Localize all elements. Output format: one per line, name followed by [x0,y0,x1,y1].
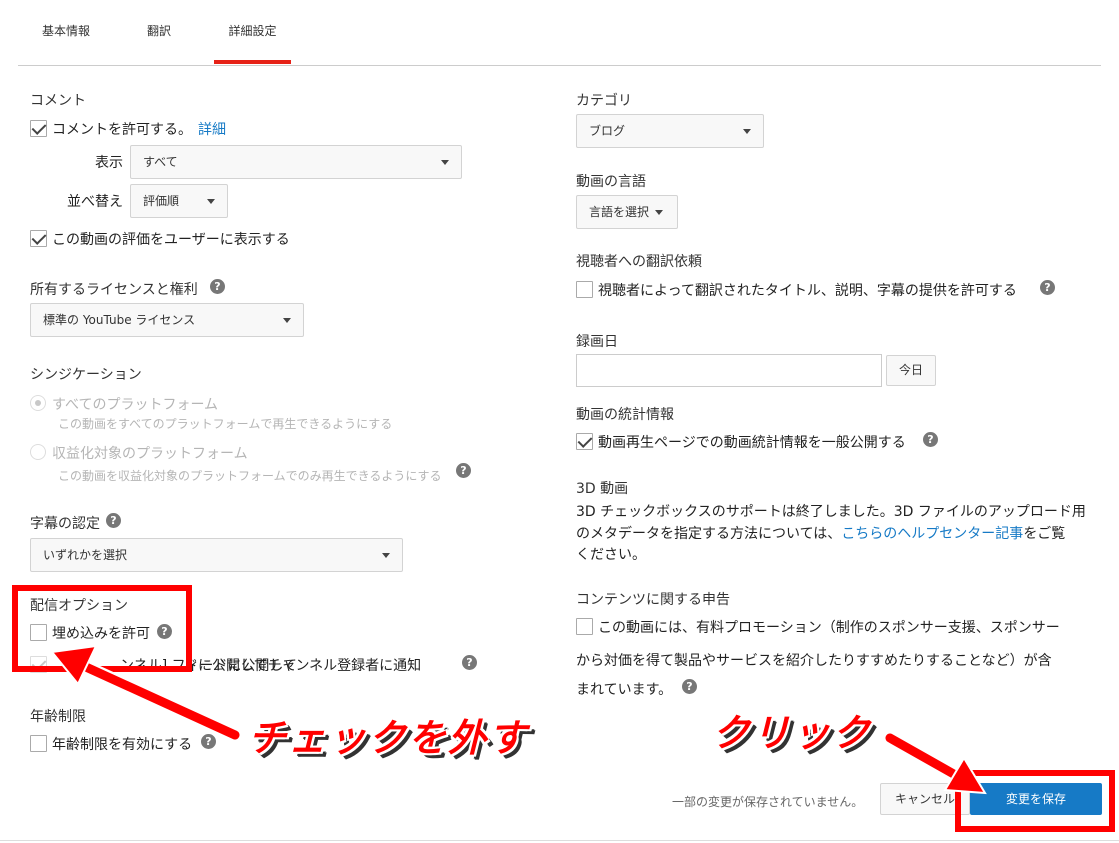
annotation-uncheck: チェックを外す [248,716,529,760]
annotation-click: クリック [712,711,873,755]
bottom-divider [0,840,1119,841]
red-arrow-icon [50,644,242,742]
annotation-arrows [50,644,987,795]
red-arrow-icon [883,731,987,795]
